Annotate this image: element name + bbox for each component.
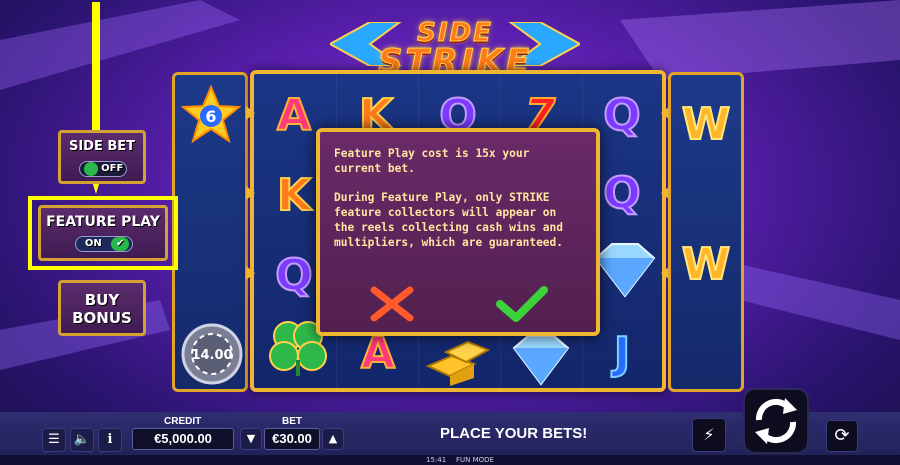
clock-time: 15:41 [426, 456, 447, 464]
reel-symbol: W [681, 238, 732, 291]
side-bet-button[interactable]: SIDE BET OFF [58, 130, 146, 184]
svg-text:6: 6 [205, 107, 216, 126]
feature-play-dialog: Feature Play cost is 15x your current be… [316, 128, 600, 336]
feature-play-button[interactable]: FEATURE PLAY ON ✔ [38, 205, 168, 261]
row-marker-icon [246, 266, 255, 280]
footer-strip: 15:41 FUN MODE [0, 455, 900, 465]
spin-button[interactable] [743, 388, 809, 454]
casino-chip-icon: 14.00 [181, 323, 243, 385]
feature-play-toggle[interactable]: ON ✔ [75, 236, 133, 252]
toggle-knob [83, 162, 98, 176]
row-marker-icon [246, 186, 255, 200]
reel-symbol: Q [602, 167, 641, 220]
bet-increase-button[interactable]: ▲ [322, 428, 344, 450]
buy-bonus-button[interactable]: BUY BONUS [58, 280, 146, 336]
info-icon[interactable]: i [98, 428, 122, 452]
gold-bars-icon [425, 340, 491, 386]
right-side-reel: W W [668, 72, 744, 392]
reel-symbol: J [613, 327, 631, 380]
cancel-button[interactable] [364, 282, 420, 326]
side-bet-label: SIDE BET [68, 139, 136, 154]
spin-arrows-icon [755, 398, 797, 444]
menu-icon[interactable]: ☰ [42, 428, 66, 452]
feature-play-label: FEATURE PLAY [46, 214, 160, 230]
side-bet-toggle[interactable]: OFF [79, 161, 127, 177]
status-message: PLACE YOUR BETS! [440, 425, 588, 442]
sound-mute-icon[interactable]: 🔈 [70, 428, 94, 452]
feature-play-toggle-label: ON [84, 238, 102, 249]
check-icon: ✔ [111, 237, 130, 251]
dialog-description-text: During Feature Play, only STRIKE feature… [334, 191, 564, 249]
left-side-reel: 6 14.00 [172, 72, 248, 392]
reel-symbol: Q [602, 89, 641, 142]
bet-decrease-button[interactable]: ▼ [240, 428, 262, 450]
star-icon: 6 [181, 85, 241, 143]
svg-text:14.00: 14.00 [191, 348, 232, 363]
credit-value: €5,000.00 [132, 428, 234, 450]
reel-symbol: W [681, 98, 732, 151]
buy-bonus-line1: BUY [84, 291, 120, 309]
x-icon [370, 286, 414, 322]
reel-symbol: Q [274, 249, 313, 302]
reel-symbol: K [276, 169, 312, 222]
autoplay-icon[interactable]: ⟳ [826, 420, 858, 452]
dialog-cost-text: Feature Play cost is 15x your current be… [334, 147, 530, 175]
bet-value: €30.00 [264, 428, 320, 450]
diamond-icon [512, 335, 570, 386]
game-mode: FUN MODE [456, 456, 494, 464]
side-bet-toggle-label: OFF [101, 163, 124, 174]
bet-label: BET [282, 416, 302, 427]
confirm-button[interactable] [494, 282, 550, 326]
credit-label: CREDIT [164, 416, 202, 427]
check-icon [496, 286, 548, 322]
reel-symbol: A [276, 89, 312, 142]
turbo-off-icon[interactable]: ⚡ [692, 418, 726, 452]
buy-bonus-line2: BONUS [72, 309, 132, 327]
row-marker-icon [246, 106, 255, 120]
